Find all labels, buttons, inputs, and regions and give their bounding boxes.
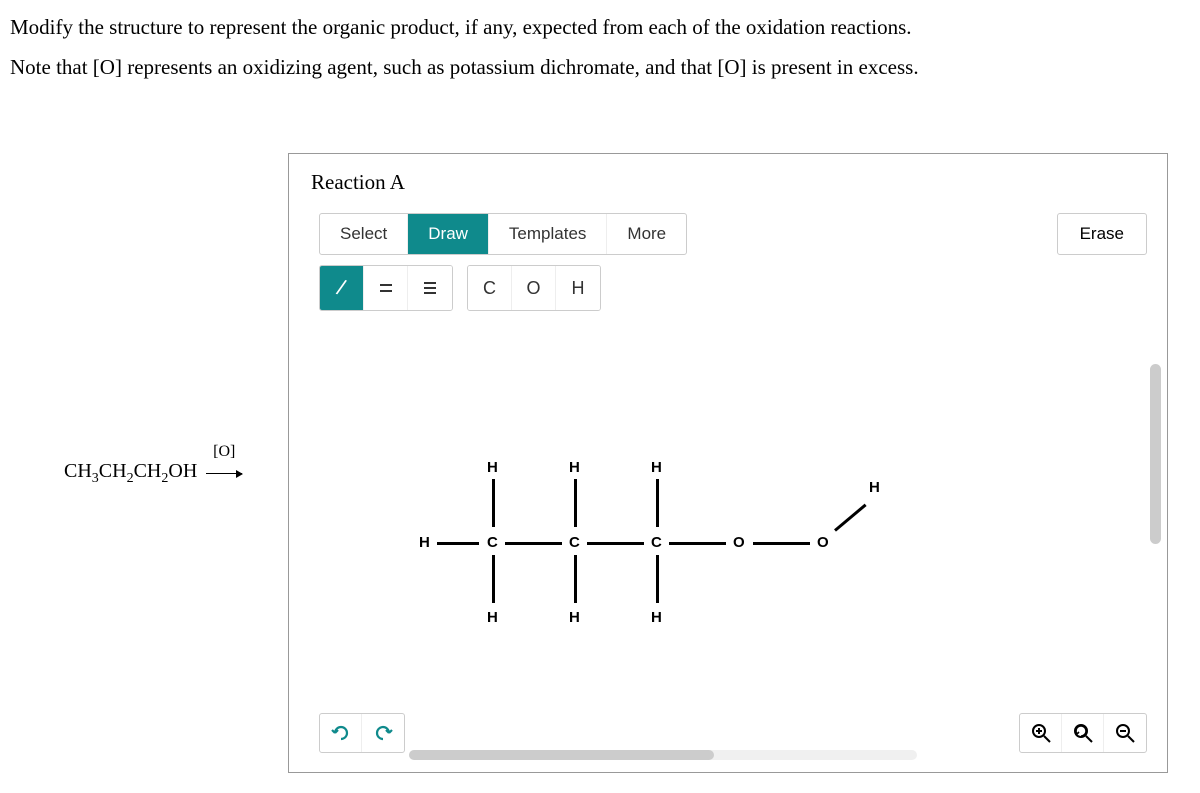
atom-h[interactable]: H: [487, 609, 498, 626]
undo-redo-group: [319, 713, 405, 753]
horizontal-scrollbar[interactable]: [409, 750, 917, 760]
tab-more[interactable]: More: [607, 214, 686, 254]
bond-double-button[interactable]: [364, 266, 408, 310]
bond[interactable]: [753, 542, 810, 545]
atom-c[interactable]: C: [487, 534, 498, 551]
atom-c[interactable]: C: [651, 534, 662, 551]
bond-single-icon: /: [334, 275, 349, 302]
atom-o[interactable]: O: [817, 534, 829, 551]
redo-icon: [373, 724, 393, 742]
scrollbar-thumb[interactable]: [409, 750, 714, 760]
element-h-button[interactable]: H: [556, 266, 600, 310]
atom-h[interactable]: H: [651, 609, 662, 626]
toolbar-main: Select Draw Templates More Erase: [319, 213, 1147, 255]
atom-h[interactable]: H: [569, 459, 580, 476]
zoom-out-button[interactable]: [1104, 714, 1146, 752]
bond[interactable]: [574, 555, 577, 603]
instructions-block: Modify the structure to represent the or…: [0, 0, 1200, 92]
element-c-button[interactable]: C: [468, 266, 512, 310]
bond-tools: /: [319, 265, 453, 311]
bond[interactable]: [505, 542, 562, 545]
bond[interactable]: [669, 542, 726, 545]
atom-h[interactable]: H: [651, 459, 662, 476]
atom-c[interactable]: C: [569, 534, 580, 551]
bond[interactable]: [834, 504, 867, 532]
zoom-in-button[interactable]: [1020, 714, 1062, 752]
atom-h[interactable]: H: [487, 459, 498, 476]
element-o-button[interactable]: O: [512, 266, 556, 310]
bond-triple-icon: [420, 278, 440, 298]
zoom-out-icon: [1114, 722, 1136, 744]
atom-h[interactable]: H: [869, 479, 880, 496]
vertical-scrollbar[interactable]: [1150, 364, 1161, 544]
zoom-reset-button[interactable]: [1062, 714, 1104, 752]
element-tools: C O H: [467, 265, 601, 311]
zoom-reset-icon: [1072, 722, 1094, 744]
bond[interactable]: [656, 479, 659, 527]
bond[interactable]: [656, 555, 659, 603]
tab-templates[interactable]: Templates: [489, 214, 607, 254]
bond-single-button[interactable]: /: [320, 266, 364, 310]
atom-h[interactable]: H: [569, 609, 580, 626]
toolbar-tools: / C O H: [319, 265, 1167, 311]
drawing-canvas[interactable]: H C H H C H H C H H: [289, 324, 1167, 712]
instruction-line-1: Modify the structure to represent the or…: [10, 8, 1190, 48]
oxidizer-label: [O]: [213, 443, 235, 461]
reaction-title: Reaction A: [289, 154, 1167, 195]
bond[interactable]: [587, 542, 644, 545]
bond[interactable]: [574, 479, 577, 527]
bond-double-icon: [376, 278, 396, 298]
tab-draw[interactable]: Draw: [408, 214, 489, 254]
atom-h[interactable]: H: [419, 534, 430, 551]
mode-tabs: Select Draw Templates More: [319, 213, 687, 255]
tab-select[interactable]: Select: [320, 214, 408, 254]
bond[interactable]: [492, 479, 495, 527]
bond[interactable]: [492, 555, 495, 603]
erase-button[interactable]: Erase: [1057, 213, 1147, 255]
bond-triple-button[interactable]: [408, 266, 452, 310]
reaction-arrow-icon: [206, 473, 242, 474]
zoom-group: [1019, 713, 1147, 753]
reaction-prompt: CH3CH2CH2OH [O]: [64, 460, 242, 487]
undo-icon: [331, 724, 351, 742]
redo-button[interactable]: [362, 714, 404, 752]
undo-button[interactable]: [320, 714, 362, 752]
zoom-in-icon: [1030, 722, 1052, 744]
atom-o[interactable]: O: [733, 534, 745, 551]
bond[interactable]: [437, 542, 479, 545]
instruction-line-2: Note that [O] represents an oxidizing ag…: [10, 48, 1190, 88]
structure-editor: Reaction A Select Draw Templates More Er…: [288, 153, 1168, 773]
bottom-toolbar: [289, 712, 1167, 772]
